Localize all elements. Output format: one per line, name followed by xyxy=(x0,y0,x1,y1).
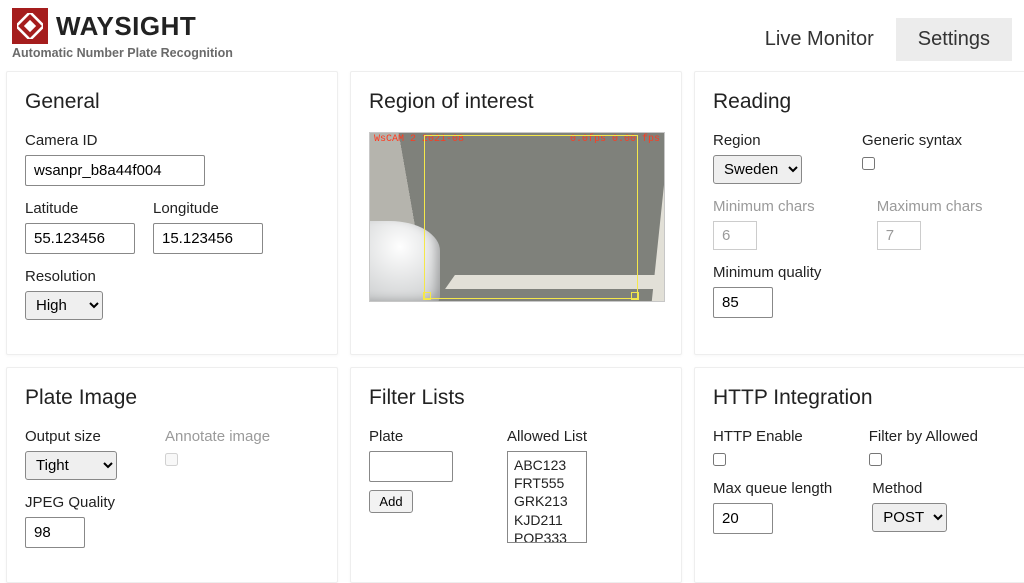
min-quality-input[interactable] xyxy=(713,287,773,318)
plate-label: Plate xyxy=(369,428,453,445)
plate-input[interactable] xyxy=(369,451,453,482)
output-size-label: Output size xyxy=(25,428,117,445)
min-quality-label: Minimum quality xyxy=(713,264,1007,281)
tab-settings[interactable]: Settings xyxy=(896,18,1012,61)
max-chars-value: 7 xyxy=(877,221,921,250)
resolution-select[interactable]: High xyxy=(25,291,103,320)
card-general: General Camera ID Latitude Longitude Res… xyxy=(6,71,338,355)
region-select[interactable]: Sweden xyxy=(713,155,802,184)
list-item[interactable]: KJD211 xyxy=(514,511,580,529)
tab-live-monitor[interactable]: Live Monitor xyxy=(743,18,896,61)
brand-subtitle: Automatic Number Plate Recognition xyxy=(12,46,233,60)
max-chars-label: Maximum chars xyxy=(877,198,983,215)
queue-input[interactable] xyxy=(713,503,773,534)
min-chars-value: 6 xyxy=(713,221,757,250)
brand: WAYSIGHT Automatic Number Plate Recognit… xyxy=(12,8,233,60)
annotate-checkbox xyxy=(165,453,178,466)
method-label: Method xyxy=(872,480,947,497)
longitude-label: Longitude xyxy=(153,200,263,217)
card-title-roi: Region of interest xyxy=(369,90,663,114)
add-button[interactable]: Add xyxy=(369,490,413,513)
roi-selection-rect[interactable] xyxy=(424,135,638,299)
list-item[interactable]: ABC123 xyxy=(514,456,580,474)
card-filter-lists: Filter Lists Plate Add Allowed List ABC1… xyxy=(350,367,682,583)
filter-allowed-checkbox[interactable] xyxy=(869,453,882,466)
card-title-plate-image: Plate Image xyxy=(25,386,319,410)
allowed-list-label: Allowed List xyxy=(507,428,587,445)
list-item[interactable]: GRK213 xyxy=(514,492,580,510)
generic-syntax-label: Generic syntax xyxy=(862,132,962,149)
list-item[interactable]: FRT555 xyxy=(514,474,580,492)
list-item[interactable]: POP333 xyxy=(514,529,580,543)
latitude-label: Latitude xyxy=(25,200,135,217)
resolution-label: Resolution xyxy=(25,268,319,285)
card-title-http: HTTP Integration xyxy=(713,386,1007,410)
filter-allowed-label: Filter by Allowed xyxy=(869,428,978,445)
camera-id-input[interactable] xyxy=(25,155,205,186)
roi-preview[interactable]: WsCAM 2 2021-08 0.0fps 0.00 fps xyxy=(369,132,665,302)
card-plate-image: Plate Image Output size Tight Annotate i… xyxy=(6,367,338,583)
card-title-general: General xyxy=(25,90,319,114)
method-select[interactable]: POST xyxy=(872,503,947,532)
app-header: WAYSIGHT Automatic Number Plate Recognit… xyxy=(0,0,1024,65)
queue-label: Max queue length xyxy=(713,480,832,497)
card-http: HTTP Integration HTTP Enable Filter by A… xyxy=(694,367,1024,583)
output-size-select[interactable]: Tight xyxy=(25,451,117,480)
card-title-reading: Reading xyxy=(713,90,1007,114)
roi-handle-br[interactable] xyxy=(631,292,639,300)
jpeg-quality-label: JPEG Quality xyxy=(25,494,319,511)
allowed-listbox[interactable]: ABC123 FRT555 GRK213 KJD211 POP333 xyxy=(507,451,587,543)
card-title-filter: Filter Lists xyxy=(369,386,663,410)
min-chars-label: Minimum chars xyxy=(713,198,815,215)
http-enable-label: HTTP Enable xyxy=(713,428,803,445)
card-roi: Region of interest WsCAM 2 2021-08 0.0fp… xyxy=(350,71,682,355)
generic-syntax-checkbox[interactable] xyxy=(862,157,875,170)
http-enable-checkbox[interactable] xyxy=(713,453,726,466)
jpeg-quality-input[interactable] xyxy=(25,517,85,548)
waysight-logo-icon xyxy=(12,8,48,44)
longitude-input[interactable] xyxy=(153,223,263,254)
region-label: Region xyxy=(713,132,802,149)
annotate-label: Annotate image xyxy=(165,428,270,445)
nav-tabs: Live Monitor Settings xyxy=(743,18,1012,61)
roi-handle-bl[interactable] xyxy=(423,292,431,300)
camera-id-label: Camera ID xyxy=(25,132,319,149)
brand-name: WAYSIGHT xyxy=(56,11,196,42)
card-reading: Reading Region Sweden Generic syntax Min… xyxy=(694,71,1024,355)
latitude-input[interactable] xyxy=(25,223,135,254)
